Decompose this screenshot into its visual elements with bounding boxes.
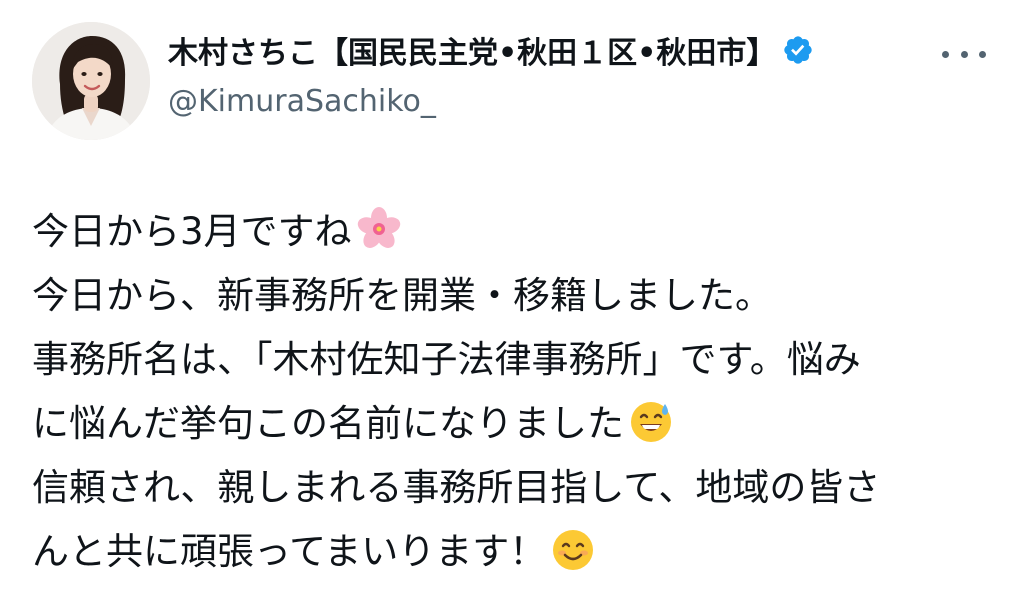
profile-photo bbox=[32, 22, 150, 140]
tweet-text: 今日から3月ですね 今日から、新事務所を開業・移籍しました。 事務所名は、「木村… bbox=[32, 200, 1002, 584]
tweet-line-text: 今日から3月ですね bbox=[32, 210, 352, 253]
more-dot bbox=[960, 50, 968, 58]
tweet-line: 事務所名は、「木村佐知子法律事務所」です。悩み bbox=[32, 328, 1002, 392]
more-dot bbox=[979, 50, 986, 58]
author-display-name[interactable]: 木村さちこ【国民民主党•秋田１区•秋田市】 bbox=[168, 28, 776, 72]
author-handle[interactable]: @KimuraSachiko_ bbox=[168, 84, 436, 119]
author-name-row: 木村さちこ【国民民主党•秋田１区•秋田市】 bbox=[168, 28, 814, 72]
smiling-face-emoji bbox=[550, 526, 596, 572]
verified-badge-icon bbox=[782, 34, 814, 66]
tweet-line-text: に悩んだ挙句この名前になりました bbox=[32, 402, 624, 445]
tweet-card: 木村さちこ【国民民主党•秋田１区•秋田市】 @KimuraSachiko_ 今日… bbox=[0, 0, 1024, 610]
tweet-line-text: 信頼され、親しまれる事務所目指して、地域の皆さ bbox=[32, 466, 881, 509]
tweet-line: 信頼され、親しまれる事務所目指して、地域の皆さ bbox=[32, 456, 1002, 520]
tweet-line: んと共に頑張ってまいります！ bbox=[32, 520, 1002, 584]
avatar[interactable] bbox=[32, 22, 150, 140]
tweet-line-text: 今日から、新事務所を開業・移籍しました。 bbox=[32, 274, 772, 317]
tweet-line: 今日から、新事務所を開業・移籍しました。 bbox=[32, 264, 1002, 328]
tweet-line-text: 事務所名は、「木村佐知子法律事務所」です。悩み bbox=[32, 338, 861, 381]
more-options-icon[interactable] bbox=[942, 44, 986, 64]
tweet-line-text: んと共に頑張ってまいります！ bbox=[32, 530, 547, 573]
grinning-sweat-emoji bbox=[628, 398, 674, 444]
more-dot bbox=[942, 50, 949, 58]
cherry-blossom-emoji bbox=[356, 206, 402, 252]
tweet-line: 今日から3月ですね bbox=[32, 200, 1002, 264]
tweet-line: に悩んだ挙句この名前になりました bbox=[32, 392, 1002, 456]
